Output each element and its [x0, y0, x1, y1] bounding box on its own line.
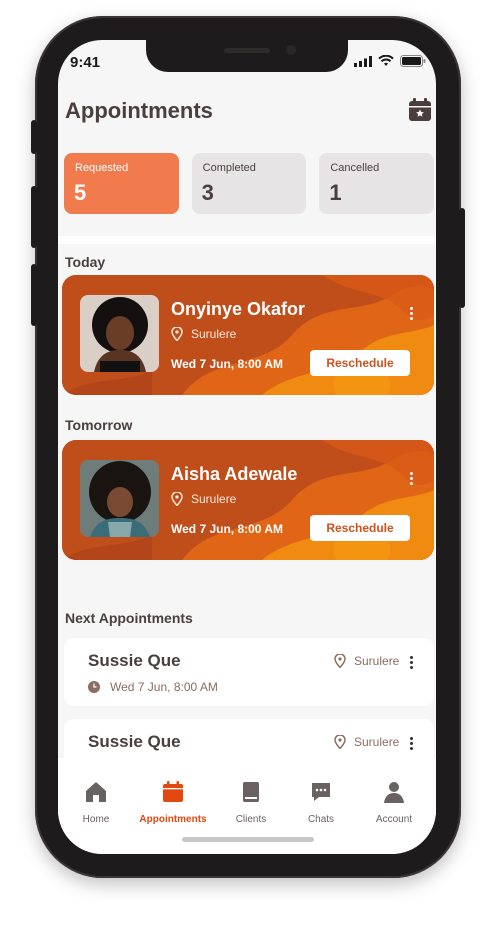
- wifi-icon: [378, 55, 394, 66]
- status-time: 9:41: [70, 54, 101, 71]
- battery-icon: [400, 55, 426, 67]
- page-title: Appointments: [65, 98, 213, 123]
- home-indicator: [182, 837, 314, 842]
- calendar-icon: [163, 781, 183, 802]
- clock-icon: [88, 681, 100, 693]
- location-pin-icon: [334, 654, 346, 668]
- reschedule-button[interactable]: Reschedule: [310, 350, 410, 376]
- tab-appointments[interactable]: Appointments: [133, 780, 213, 825]
- summary-card-cancelled[interactable]: Cancelled 1: [319, 153, 435, 214]
- tab-clients[interactable]: Clients: [211, 780, 291, 825]
- appointment-time: Wed 7 Jun, 8:00 AM: [171, 522, 284, 536]
- tab-bar: Home Appointments Clients Chats Account: [58, 758, 436, 854]
- location-text: Surulere: [191, 327, 237, 341]
- book-icon: [243, 782, 259, 802]
- appointment-time: Wed 7 Jun, 8:00 AM: [171, 357, 284, 371]
- client-name: Sussie Que: [88, 732, 181, 751]
- location-text: Surulere: [191, 492, 237, 506]
- avatar-photo: [80, 295, 159, 372]
- side-button-power: [459, 208, 465, 308]
- appointment-time-text: Wed 7 Jun, 8:00 AM: [110, 680, 218, 694]
- summary-cards: Requested 5 Completed 3 Cancelled 1: [64, 153, 435, 214]
- tab-label: Appointments: [139, 814, 207, 825]
- more-options-icon[interactable]: [406, 470, 416, 490]
- location-text: Surulere: [354, 735, 400, 749]
- tab-label: Clients: [235, 814, 267, 825]
- location-text: Surulere: [354, 654, 400, 668]
- side-button-volume-up: [31, 186, 37, 248]
- calendar-icon[interactable]: [408, 98, 432, 122]
- summary-count: 3: [201, 180, 214, 205]
- summary-label: Requested: [75, 162, 129, 174]
- more-options-icon[interactable]: [408, 736, 414, 752]
- signal-icon: [354, 55, 372, 67]
- summary-card-requested[interactable]: Requested 5: [64, 153, 179, 214]
- camera: [286, 45, 296, 55]
- avatar: [80, 295, 159, 372]
- notch: [146, 40, 348, 72]
- client-name: Sussie Que: [88, 651, 181, 670]
- summary-label: Cancelled: [330, 162, 380, 174]
- side-button-silent: [31, 120, 37, 154]
- appointment-card-tomorrow[interactable]: Aisha Adewale Surulere Wed 7 Jun, 8:00 A…: [62, 440, 434, 560]
- location-pin-icon: [334, 735, 346, 749]
- speaker: [224, 48, 270, 53]
- section-tomorrow-label: Tomorrow: [65, 417, 133, 433]
- tab-account[interactable]: Account: [354, 780, 434, 825]
- section-today-label: Today: [65, 254, 106, 270]
- summary-count: 5: [74, 180, 87, 205]
- avatar-photo: [80, 460, 159, 537]
- more-options-icon[interactable]: [406, 305, 416, 325]
- location-pin-icon: [171, 327, 183, 341]
- account-icon: [384, 782, 404, 803]
- tab-label: Chats: [307, 814, 335, 825]
- side-button-volume-down: [31, 264, 37, 326]
- summary-label: Completed: [202, 162, 256, 174]
- tab-chats[interactable]: Chats: [281, 780, 361, 825]
- app-screen: 9:41 Appointments Requested 5 Completed …: [58, 40, 436, 854]
- client-name: Onyinye Okafor: [171, 299, 306, 319]
- tab-label: Home: [82, 814, 110, 825]
- appointment-time: Wed 7 Jun, 8:00 AM: [88, 680, 218, 694]
- home-icon: [86, 782, 106, 802]
- location: Surulere: [171, 327, 236, 341]
- client-name: Aisha Adewale: [171, 464, 298, 484]
- summary-card-completed[interactable]: Completed 3: [191, 153, 307, 214]
- location-pin-icon: [171, 492, 183, 506]
- status-icons: [354, 55, 426, 67]
- summary-count: 1: [329, 180, 342, 205]
- list-item[interactable]: Sussie Que Surulere Wed 7 Jun, 8:00 AM: [64, 638, 434, 706]
- avatar: [80, 460, 159, 537]
- divider: [58, 236, 436, 244]
- tab-home[interactable]: Home: [58, 780, 136, 825]
- location: Surulere: [334, 654, 399, 668]
- tab-label: Account: [375, 814, 413, 825]
- appointment-card-today[interactable]: Onyinye Okafor Surulere Wed 7 Jun, 8:00 …: [62, 275, 434, 395]
- location: Surulere: [334, 735, 399, 749]
- more-options-icon[interactable]: [408, 655, 414, 671]
- chat-icon: [312, 783, 330, 801]
- section-next-label: Next Appointments: [65, 610, 193, 626]
- location: Surulere: [171, 492, 236, 506]
- reschedule-button[interactable]: Reschedule: [310, 515, 410, 541]
